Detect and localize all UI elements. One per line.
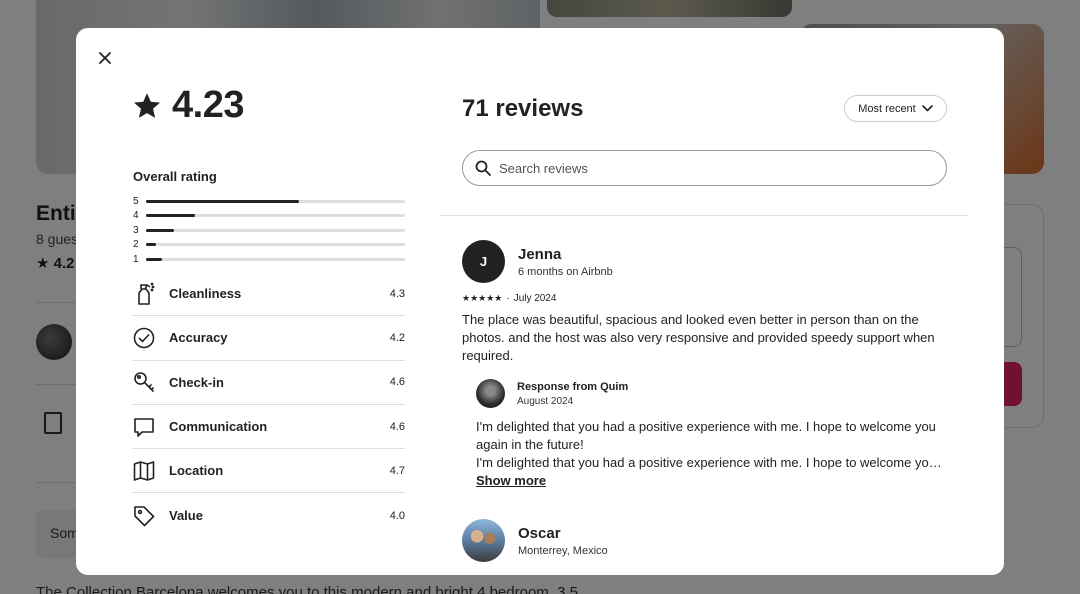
response-from: Response from Quim [517,380,629,393]
rating-bar-row: 1 [133,252,405,267]
rating-bar-fill [146,257,162,261]
category-value: 4.3 [389,287,405,300]
search-input[interactable] [499,160,946,176]
category-value-rating: Value 4.0 [133,493,405,537]
rating-bar-label: 2 [133,239,139,251]
category-value: 4.7 [389,464,405,477]
rating-bar-row: 3 [133,223,405,238]
category-label: Value [169,508,203,524]
search-reviews-box[interactable] [462,150,947,186]
key-icon [133,370,169,394]
avatar[interactable] [462,519,505,562]
review-date: July 2024 [513,293,557,304]
response-date: August 2024 [517,395,574,407]
star-rating: ★★★★★ [462,293,503,303]
category-accuracy: Accuracy 4.2 [133,316,405,361]
category-label: Communication [169,419,268,435]
category-value: 4.6 [389,376,405,389]
check-circle-icon [133,326,169,350]
review-text: The place was beautiful, spacious and lo… [462,312,935,363]
chevron-down-icon [921,105,933,112]
rating-bar-label: 5 [133,195,139,207]
close-icon [99,52,111,64]
rating-bar-fill [146,214,196,218]
divider [440,215,968,216]
rating-bar-track [146,214,405,218]
avatar[interactable]: J [462,240,505,283]
sort-dropdown[interactable]: Most recent [844,95,947,122]
category-value: 4.2 [389,331,405,344]
response-header: Response from Quim August 2024 [476,379,946,408]
review-rating-date: ★★★★★ · July 2024 [462,293,947,304]
rating-bar-label: 1 [133,253,139,265]
category-location: Location 4.7 [133,449,405,494]
category-value: 4.6 [389,420,405,433]
rating-bar-track [146,243,405,247]
category-label: Location [169,463,224,479]
reviewer-meta: Monterrey, Mexico [518,544,608,557]
reviewer-meta: 6 months on Airbnb [518,265,613,278]
category-label: Cleanliness [169,286,242,302]
rating-bar-row: 5 [133,194,405,209]
map-icon [133,459,169,483]
rating-bar-track [146,228,405,232]
chat-bubble-icon [133,415,169,439]
host-avatar[interactable] [476,379,505,408]
rating-bar-track [146,257,405,261]
reviewer-name: Oscar [518,524,561,542]
response-text-line: I'm delighted that you had a positive ex… [476,419,936,452]
category-check-in: Check-in 4.6 [133,361,405,405]
star-icon [134,92,160,118]
review-item: J Jenna 6 months on Airbnb ★★★★★ · July … [462,240,947,490]
tag-icon [133,504,169,528]
rating-bar-label: 4 [133,210,139,222]
reviewer-header: J Jenna 6 months on Airbnb [462,240,947,283]
rating-bar-fill [146,243,157,247]
overall-score: 4.23 [132,84,244,127]
reviews-count-title: 71 reviews [462,95,584,122]
rating-bar-row: 2 [133,238,405,253]
spray-bottle-icon [133,282,169,306]
overall-rating-label: Overall rating [133,169,217,184]
category-value: 4.0 [389,509,405,522]
rating-distribution: 5 4 3 2 1 [133,194,405,267]
category-communication: Communication 4.6 [133,405,405,450]
rating-bar-track [146,199,405,203]
search-icon [475,160,491,176]
response-text: I'm delighted that you had a positive ex… [476,418,946,472]
review-item: Oscar Monterrey, Mexico [462,519,947,562]
host-response: Response from Quim August 2024 I'm delig… [476,379,946,490]
rating-bar-fill [146,199,299,203]
reviews-modal: 4.23 Overall rating 5 4 3 2 1 Cleanliness 4.… [76,28,1004,575]
rating-bar-label: 3 [133,224,139,236]
close-button[interactable] [94,47,116,69]
reviewer-header: Oscar Monterrey, Mexico [462,519,947,562]
category-ratings: Cleanliness 4.3 Accuracy 4.2 Check-in 4.… [133,272,405,538]
show-more-link[interactable]: Show more [476,473,546,488]
rating-bar-row: 4 [133,209,405,224]
category-label: Check-in [169,374,224,390]
response-text-line-truncated: I'm delighted that you had a positive ex… [476,455,946,470]
reviewer-name: Jenna [518,245,562,263]
category-label: Accuracy [169,330,228,346]
overall-score-value: 4.23 [172,84,244,126]
category-cleanliness: Cleanliness 4.3 [133,272,405,317]
separator-dot: · [506,293,510,304]
rating-bar-fill [146,228,175,232]
sort-label: Most recent [858,102,916,115]
